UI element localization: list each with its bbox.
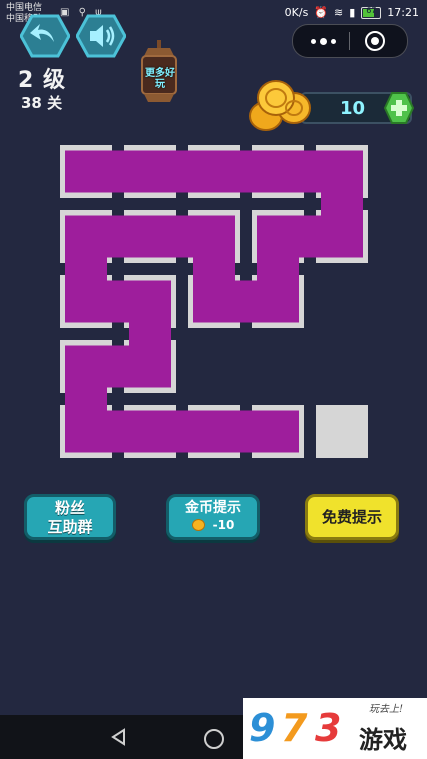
coin-count: 10 bbox=[340, 98, 366, 119]
mini-program-capsule bbox=[292, 24, 408, 58]
fans-line-1: 粉丝 bbox=[54, 499, 85, 517]
fans-line-2: 互助群 bbox=[47, 518, 93, 536]
plus-icon bbox=[383, 92, 415, 124]
free-hint-button[interactable]: 免费提示 bbox=[305, 494, 399, 540]
signal-icon: ▮ bbox=[349, 6, 356, 19]
battery-icon: 67 bbox=[361, 5, 382, 19]
board-cell[interactable] bbox=[60, 405, 112, 458]
board-cell[interactable] bbox=[188, 275, 240, 328]
watermark-text: 游戏 bbox=[359, 726, 407, 754]
board-cell[interactable] bbox=[252, 275, 304, 328]
wifi-icon: ≋ bbox=[334, 6, 344, 19]
status-right: 0K/s ⏰ ≋ ▮ 67 17:21 bbox=[284, 5, 419, 20]
add-coins-button[interactable] bbox=[383, 92, 415, 124]
board-cell[interactable] bbox=[188, 405, 240, 458]
circle-home-icon[interactable] bbox=[204, 729, 224, 749]
board-cell[interactable] bbox=[124, 275, 176, 328]
speaker-icon bbox=[76, 14, 126, 58]
net-speed: 0K/s bbox=[284, 6, 309, 19]
board-cell[interactable] bbox=[60, 210, 112, 263]
target-close-icon[interactable] bbox=[365, 31, 385, 51]
alarm-icon: ⏰ bbox=[314, 6, 329, 19]
stage-label: 38 关 bbox=[21, 94, 63, 112]
watermark-digit-3: 3 bbox=[315, 706, 342, 750]
battery-level: 67 bbox=[366, 5, 377, 15]
site-watermark: 9 7 3 玩去上! 游戏 bbox=[243, 698, 427, 759]
more-games-button[interactable]: 更多好玩 bbox=[136, 40, 182, 104]
watermark-digit-1: 9 bbox=[249, 706, 276, 750]
board-cell[interactable] bbox=[124, 405, 176, 458]
fans-group-button[interactable]: 粉丝 互助群 bbox=[24, 494, 116, 540]
board-cell[interactable] bbox=[188, 210, 240, 263]
board-cell[interactable] bbox=[60, 340, 112, 393]
board-cell[interactable] bbox=[188, 145, 240, 198]
watermark-digit-2: 7 bbox=[281, 706, 308, 750]
back-arrow-icon bbox=[20, 14, 70, 58]
coin-hint-button[interactable]: 金币提示 -10 bbox=[166, 494, 260, 540]
board-cell[interactable] bbox=[124, 210, 176, 263]
level-label: 2 级 bbox=[18, 68, 66, 93]
more-games-label: 更多好玩 bbox=[145, 68, 175, 90]
triangle-back-icon[interactable] bbox=[110, 728, 128, 746]
board-cell[interactable] bbox=[252, 405, 304, 458]
board-cell[interactable] bbox=[60, 145, 112, 198]
board-cell[interactable] bbox=[252, 145, 304, 198]
coin-hint-title: 金币提示 bbox=[185, 500, 241, 516]
board-cell[interactable] bbox=[124, 340, 176, 393]
back-button[interactable] bbox=[20, 14, 70, 58]
board-cell[interactable] bbox=[124, 145, 176, 198]
carrier-1: 中国电信 bbox=[6, 3, 43, 13]
coin-pile-icon bbox=[246, 78, 316, 134]
sound-button[interactable] bbox=[76, 14, 126, 58]
watermark-slogan: 玩去上! bbox=[369, 704, 404, 715]
board-cell[interactable] bbox=[60, 275, 112, 328]
free-hint-label: 免费提示 bbox=[321, 508, 382, 526]
ellipsis-icon[interactable] bbox=[301, 25, 345, 57]
coin-hint-cost: -10 bbox=[169, 518, 257, 532]
board-cell[interactable] bbox=[316, 210, 368, 263]
coin-hint-cost-value: -10 bbox=[212, 518, 235, 532]
board-cell[interactable] bbox=[252, 210, 304, 263]
board-cell[interactable] bbox=[316, 405, 368, 458]
clock: 17:21 bbox=[387, 6, 419, 19]
coin-icon bbox=[191, 519, 205, 531]
board-cell[interactable] bbox=[316, 145, 368, 198]
